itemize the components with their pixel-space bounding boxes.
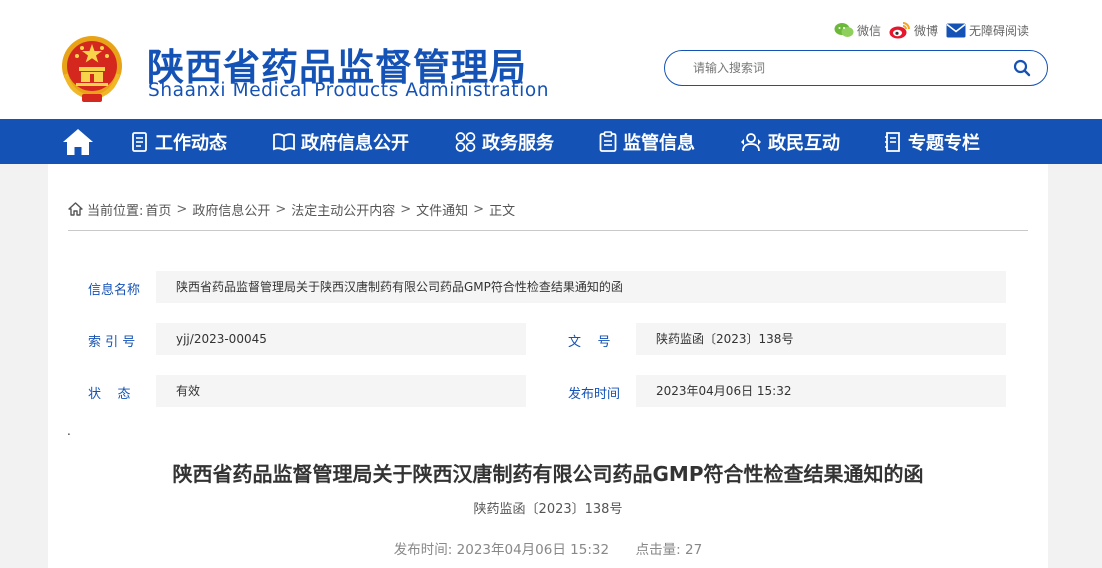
nav-item-gov-services[interactable]: 政务服务 <box>455 119 554 164</box>
article-doc-number: 陕药监函〔2023〕138号 <box>473 502 623 517</box>
weibo-label: 微博 <box>914 23 939 38</box>
document-list-icon <box>132 131 147 152</box>
breadcrumb-notices[interactable]: 文件通知 <box>416 200 468 219</box>
breadcrumb-home[interactable]: 首页 <box>145 200 171 219</box>
nav-item-label: 监管信息 <box>623 132 695 154</box>
breadcrumb-separator: > <box>275 201 287 217</box>
search-icon[interactable] <box>1013 59 1031 77</box>
article-title: 陕西省药品监督管理局关于陕西汉唐制药有限公司药品GMP符合性检查结果通知的函 <box>172 462 924 486</box>
nav-item-work-news[interactable]: 工作动态 <box>131 119 227 164</box>
search-box <box>664 50 1048 86</box>
wechat-link[interactable]: 微信 <box>834 22 881 39</box>
click-count-label: 点击量: <box>635 542 681 558</box>
notebook-icon <box>885 131 900 152</box>
grid-circles-icon <box>455 131 476 152</box>
nav-item-label: 政民互动 <box>768 132 840 154</box>
breadcrumb-gov-info[interactable]: 政府信息公开 <box>192 200 270 219</box>
publish-time-value: 2023年04月06日 15:32 <box>456 542 610 558</box>
nav-item-label: 政府信息公开 <box>301 132 409 154</box>
breadcrumb-current: 正文 <box>489 203 516 219</box>
breadcrumb: 当前位置: 首页 > 政府信息公开 > 法定主动公开内容 > 文件通知 > 正文 <box>68 200 516 219</box>
site-header: 陕西省药品监督管理局 Shaanxi Medical Products Admi… <box>0 0 1102 119</box>
breadcrumb-separator: > <box>400 201 412 217</box>
nav-item-label: 工作动态 <box>155 132 227 154</box>
breadcrumb-separator: > <box>473 201 485 217</box>
accessibility-label: 无障碍阅读 <box>969 23 1030 38</box>
breadcrumb-separator: > <box>176 201 188 217</box>
mail-icon <box>946 23 966 37</box>
nav-item-label: 政务服务 <box>482 132 554 154</box>
nav-item-special-topics[interactable]: 专题专栏 <box>884 119 980 164</box>
publish-time-label: 发布时间: <box>393 542 453 558</box>
article-meta: 发布时间: 2023年04月06日 15:32 点击量: 27 <box>68 538 1028 558</box>
nav-item-public-interaction[interactable]: 政民互动 <box>740 119 840 164</box>
info-status-label: 状 态 <box>88 387 131 402</box>
breadcrumb-statutory-content[interactable]: 法定主动公开内容 <box>291 200 395 219</box>
nav-item-label: 专题专栏 <box>908 132 980 154</box>
stray-dot: . <box>67 424 71 438</box>
info-index-value: yjj/2023-00045 <box>156 323 526 355</box>
home-outline-icon <box>68 202 83 216</box>
weibo-link[interactable]: 微博 <box>889 21 938 39</box>
info-date-label: 发布时间 <box>568 387 621 402</box>
search-input[interactable] <box>693 58 993 78</box>
info-name-label: 信息名称 <box>88 283 141 298</box>
info-status-value: 有效 <box>156 375 526 407</box>
info-docno-label: 文 号 <box>568 335 611 350</box>
top-links: 微信 微博 无障碍阅读 <box>834 20 1037 40</box>
national-emblem-icon <box>62 36 122 102</box>
wechat-label: 微信 <box>857 23 882 38</box>
weibo-icon <box>889 22 911 39</box>
nav-item-gov-info[interactable]: 政府信息公开 <box>273 119 409 164</box>
info-date-value: 2023年04月06日 15:32 <box>636 375 1006 407</box>
info-index-label: 索 引 号 <box>88 335 136 350</box>
main-nav: 工作动态 政府信息公开 政务服务 监管信息 政民互动 专题专栏 <box>0 119 1102 164</box>
site-subtitle: Shaanxi Medical Products Administration <box>148 80 550 101</box>
info-name-value: 陕西省药品监督管理局关于陕西汉唐制药有限公司药品GMP符合性检查结果通知的函 <box>156 271 1006 303</box>
accessibility-link[interactable]: 无障碍阅读 <box>946 22 1029 39</box>
info-docno-value: 陕药监函〔2023〕138号 <box>636 323 1006 355</box>
breadcrumb-divider <box>68 230 1028 231</box>
breadcrumb-prefix: 当前位置: <box>87 203 144 219</box>
open-book-icon <box>273 132 295 151</box>
click-count-value: 27 <box>685 542 703 558</box>
home-icon[interactable] <box>62 128 94 156</box>
nav-item-regulatory-info[interactable]: 监管信息 <box>599 119 695 164</box>
people-interaction-icon <box>741 132 761 151</box>
clipboard-icon <box>599 131 617 152</box>
wechat-icon <box>834 23 854 37</box>
